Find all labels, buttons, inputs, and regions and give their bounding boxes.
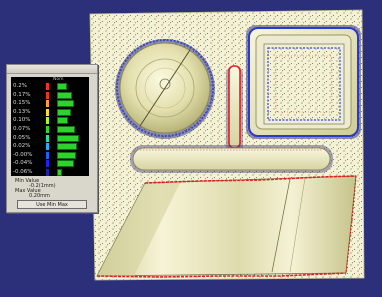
scale-distribution-bar bbox=[57, 126, 75, 133]
scale-color-swatch bbox=[46, 169, 49, 176]
palette-title-bar[interactable] bbox=[7, 65, 97, 74]
scale-value-label: -0.06% bbox=[13, 169, 33, 175]
scale-distribution-bar bbox=[57, 151, 76, 159]
scale-distribution-bar bbox=[57, 134, 79, 142]
scale-color-swatch bbox=[46, 126, 49, 133]
circular-pocket bbox=[115, 39, 215, 139]
scale-color-swatch bbox=[46, 134, 49, 142]
scale-color-swatch bbox=[46, 117, 49, 125]
color-scale-palette[interactable]: Nom 0.2% 0.17% 0.15% 0.13% 0.10% 0.07% 0.05% 0.… bbox=[6, 64, 98, 213]
viewer-stage: Nom 0.2% 0.17% 0.15% 0.13% 0.10% 0.07% 0.05% 0.… bbox=[0, 0, 382, 297]
scale-color-swatch bbox=[46, 143, 49, 151]
scale-distribution-bar bbox=[57, 160, 74, 168]
scale-distribution-bar bbox=[57, 108, 71, 116]
scale-distribution-bar bbox=[57, 117, 68, 125]
scale-color-swatch bbox=[46, 91, 49, 99]
scale-color-swatch bbox=[46, 160, 49, 168]
scale-color-swatch bbox=[46, 151, 49, 159]
scale-distribution-bar bbox=[57, 83, 67, 90]
scale-color-swatch bbox=[46, 83, 49, 90]
scale-distribution-bar bbox=[57, 91, 72, 99]
scale-color-swatch bbox=[46, 100, 49, 108]
square-pocket bbox=[246, 25, 361, 139]
scale-row: -0.06% bbox=[11, 168, 89, 177]
scale-color-swatch bbox=[46, 108, 49, 116]
scale-distribution-bar bbox=[57, 143, 78, 151]
use-min-max-button[interactable]: Use Min Max bbox=[17, 200, 87, 209]
max-value: 0.20mm bbox=[29, 193, 50, 199]
scale-distribution-bar bbox=[57, 169, 63, 176]
color-scale-display: Nom 0.2% 0.17% 0.15% 0.13% 0.10% 0.07% 0.05% 0.… bbox=[11, 77, 89, 176]
scale-distribution-bar bbox=[57, 100, 74, 108]
